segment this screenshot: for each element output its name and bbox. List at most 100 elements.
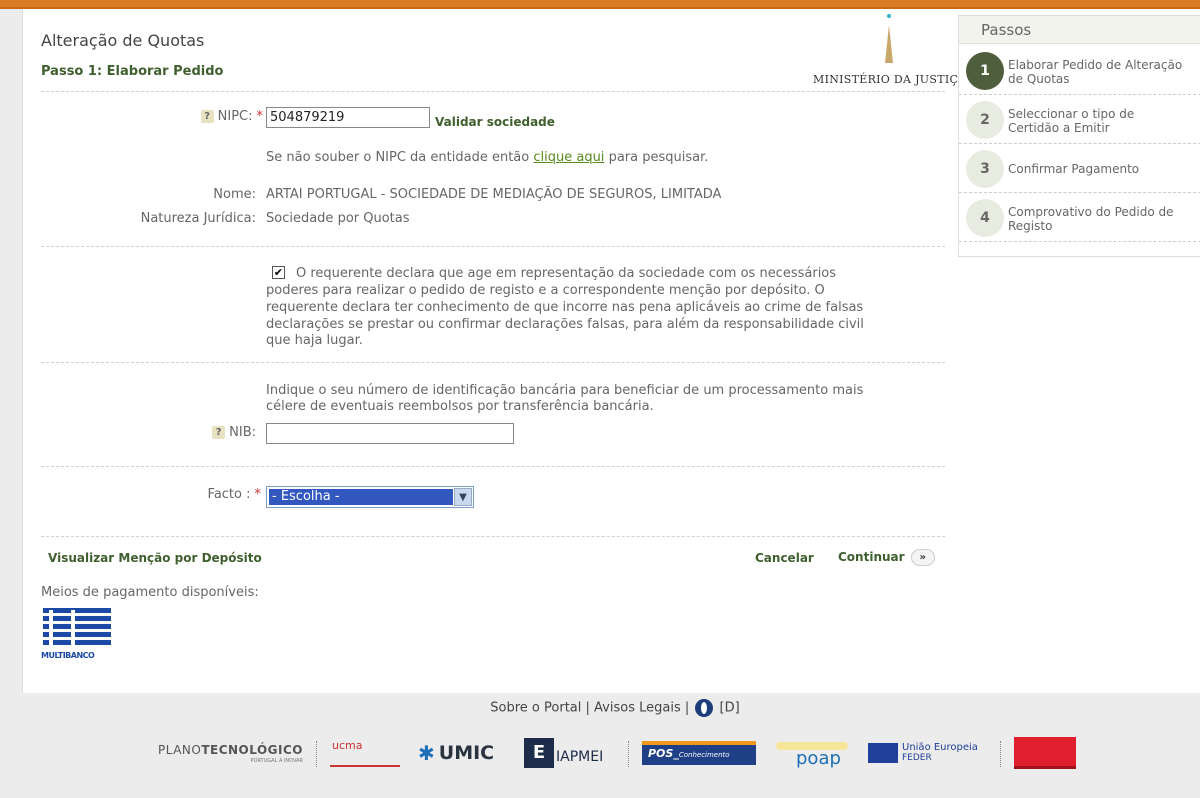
step-label-line: Seleccionar o tipo de <box>1008 107 1135 121</box>
payment-methods-label: Meios de pagamento disponíveis: <box>41 585 259 600</box>
iapmei-logo[interactable]: E IAPMEI <box>524 735 603 771</box>
facto-label-group: Facto : * <box>173 487 261 502</box>
step-label-line: de Quotas <box>1008 72 1070 86</box>
multibanco-logo: MULTIBANCO <box>41 606 113 664</box>
umic-text: UMIC <box>438 742 495 764</box>
eu-text: União Europeia <box>902 742 978 753</box>
pos-conhecimento-logo[interactable]: POS_Conhecimento <box>642 735 756 771</box>
feder-text: FEDER <box>902 753 932 763</box>
poap-logo[interactable]: poap <box>776 735 848 771</box>
step-label-line: Registo <box>1008 219 1053 233</box>
divider <box>41 246 945 247</box>
nib-input[interactable] <box>266 423 514 444</box>
portugal-logo[interactable] <box>1014 735 1076 771</box>
ministry-emblem-icon <box>885 14 893 63</box>
step-label: Confirmar Pagamento <box>1008 162 1200 176</box>
step-label-line: Elaborar Pedido de Alteração <box>1008 58 1183 72</box>
multibanco-text: MULTIBANCO <box>41 651 95 660</box>
separator <box>316 741 317 767</box>
declaration-line-1: poderes para realizar o pedido de regist… <box>266 283 825 298</box>
legal-nature-label: Natureza Jurídica: <box>140 211 256 226</box>
legal-nature-value: Sociedade por Quotas <box>266 211 410 226</box>
umic-star-icon: ✱ <box>418 741 435 765</box>
uniao-europeia-logo[interactable]: União Europeia FEDER <box>868 735 978 771</box>
help-icon[interactable]: ? <box>200 110 214 123</box>
divider <box>41 362 945 363</box>
search-link[interactable]: clique aqui <box>533 150 604 165</box>
step-label-line: Confirmar Pagamento <box>1008 162 1140 176</box>
facto-label: Facto : <box>207 487 251 502</box>
step-number: 4 <box>966 199 1004 237</box>
nipc-hint-text-end: para pesquisar. <box>608 150 709 165</box>
footer-links: Sobre o Portal | Avisos Legais | [D] <box>0 699 1200 717</box>
declaration-line-0: O requerente declara que age em represen… <box>296 266 837 281</box>
chevron-down-icon[interactable]: ▼ <box>454 488 472 506</box>
required-mark: * <box>256 109 264 124</box>
step-label-line: Comprovativo do Pedido de <box>1008 205 1174 219</box>
continue-arrow-icon: » <box>910 549 935 566</box>
step-item-1[interactable]: 1 Elaborar Pedido de Alteração de Quotas <box>959 47 1200 95</box>
separator: | <box>585 700 590 716</box>
ministry-logo: MINISTÉRIO DA JUSTIÇA <box>813 9 966 94</box>
nib-hint-line-1: célere de eventuais reembolsos por trans… <box>266 399 654 414</box>
iapmei-text: IAPMEI <box>556 749 604 765</box>
declaration-line-3: declarações se prestar ou confirmar decl… <box>266 317 864 332</box>
continue-label: Continuar <box>838 550 905 564</box>
umic-logo[interactable]: ✱ UMIC <box>418 735 494 771</box>
declaration-line-2: requerente declara ter conhecimento de q… <box>266 300 864 315</box>
page-title: Alteração de Quotas <box>41 31 205 50</box>
help-icon[interactable]: ? <box>212 426 226 439</box>
step-label: Seleccionar o tipo de Certidão a Emitir <box>1008 107 1200 135</box>
top-accent-bar <box>0 0 1200 9</box>
nipc-hint-text: Se não souber o NIPC da entidade então <box>266 150 530 165</box>
step-title: Passo 1: Elaborar Pedido <box>41 64 224 79</box>
separator: | <box>684 700 690 716</box>
facto-selected-value: - Escolha - <box>269 489 453 505</box>
sponsors-bar: PLANOTECNOLÓGICO PORTUGAL A INOVAR ucma … <box>0 735 1200 775</box>
steps-title: Passos <box>959 16 1200 44</box>
cancel-button[interactable]: Cancelar <box>755 551 814 565</box>
about-portal-link[interactable]: Sobre o Portal <box>490 701 581 716</box>
separator <box>628 741 629 767</box>
facto-select[interactable]: - Escolha - ▼ <box>266 486 474 508</box>
iapmei-mark-icon: E <box>524 738 554 768</box>
nipc-label-group: ? NIPC: * <box>153 109 263 124</box>
ucma-logo[interactable]: ucma <box>330 735 400 771</box>
step-number: 2 <box>966 101 1004 139</box>
required-mark: * <box>254 487 262 502</box>
nipc-label: NIPC: <box>217 109 253 124</box>
portugal-flag-icon <box>1014 737 1076 769</box>
divider <box>41 91 945 92</box>
d-link[interactable]: [D] <box>720 701 740 716</box>
step-number: 3 <box>966 150 1004 188</box>
name-label: Nome: <box>213 187 256 202</box>
ministry-name: MINISTÉRIO DA JUSTIÇA <box>813 73 967 86</box>
nib-hint-line-0: Indique o seu número de identificação ba… <box>266 383 864 398</box>
tecnologico-text: TECNOLÓGICO <box>201 742 304 757</box>
step-item-4[interactable]: 4 Comprovativo do Pedido de Registo <box>959 194 1200 242</box>
declaration-line-4: que haja lugar. <box>266 333 363 348</box>
continue-button[interactable]: Continuar » <box>838 549 935 566</box>
accessibility-icon[interactable] <box>695 699 714 717</box>
nipc-input[interactable]: 504879219 <box>266 107 430 128</box>
step-number: 1 <box>966 52 1004 90</box>
view-mention-link[interactable]: Visualizar Menção por Depósito <box>48 551 262 565</box>
nipc-hint: Se não souber o NIPC da entidade então c… <box>266 150 708 165</box>
multibanco-icon <box>41 606 113 652</box>
validate-company-button[interactable]: Validar sociedade <box>435 115 555 129</box>
conhecimento-text: Conhecimento <box>678 751 730 759</box>
company-name: ARTAI PORTUGAL - SOCIEDADE DE MEDIAÇÃO D… <box>266 187 722 202</box>
pos-text: POS_ <box>648 747 679 760</box>
eu-flag-icon <box>868 743 898 763</box>
step-item-2[interactable]: 2 Seleccionar o tipo de Certidão a Emiti… <box>959 96 1200 144</box>
plano-tecnologico-logo[interactable]: PLANOTECNOLÓGICO PORTUGAL A INOVAR <box>158 735 303 771</box>
step-item-3[interactable]: 3 Confirmar Pagamento <box>959 145 1200 193</box>
ucma-text: ucma <box>332 739 363 752</box>
step-label: Comprovativo do Pedido de Registo <box>1008 205 1200 233</box>
step-label-line: Certidão a Emitir <box>1008 121 1110 135</box>
legal-notices-link[interactable]: Avisos Legais <box>594 701 681 716</box>
declaration-checkbox[interactable]: ✔ <box>272 266 285 279</box>
poap-text: poap <box>796 748 841 769</box>
step-label: Elaborar Pedido de Alteração de Quotas <box>1008 58 1200 86</box>
steps-panel: Passos 1 Elaborar Pedido de Alteração de… <box>958 15 1200 257</box>
